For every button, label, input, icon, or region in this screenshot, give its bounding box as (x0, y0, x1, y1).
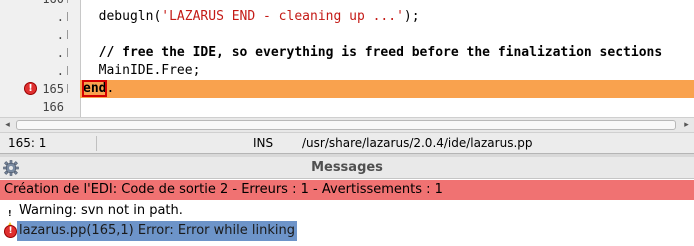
fold-marker (67, 48, 72, 57)
line-number: . (56, 28, 64, 42)
scroll-right-icon[interactable]: ▸ (679, 118, 694, 132)
code-token: debugln( (83, 9, 162, 24)
horizontal-scrollbar[interactable]: ◂ ▸ (0, 117, 694, 132)
line-number: 165 (42, 82, 64, 96)
fold-marker (67, 30, 72, 39)
warning-text: Warning: svn not in path. (19, 203, 183, 218)
insert-mode: INS (253, 136, 274, 150)
line-number: 160 (22, 0, 64, 8)
string-literal: 'LAZARUS END - cleaning up ...' (161, 9, 404, 24)
error-text: lazarus.pp(165,1) Error: Error while lin… (17, 221, 297, 241)
code-line[interactable]: 166 (0, 98, 694, 116)
fold-marker (67, 12, 72, 21)
code-line[interactable]: . debugln('LAZARUS END - cleaning up ...… (0, 8, 694, 26)
code-line-error[interactable]: ! 165 end. (0, 80, 694, 98)
code-text: MainIDE.Free; (83, 63, 201, 78)
fold-marker (67, 0, 72, 3)
line-number: 166 (42, 100, 64, 114)
code-token: . (106, 81, 115, 96)
line-number: . (56, 64, 64, 78)
code-line[interactable]: . (0, 26, 694, 44)
code-line[interactable]: . // free the IDE, so everything is free… (0, 44, 694, 62)
message-row-error[interactable]: ! lazarus.pp(165,1) Error: Error while l… (0, 221, 694, 241)
scrollbar-thumb[interactable] (16, 120, 676, 130)
messages-header: Messages (0, 157, 694, 179)
status-divider (96, 136, 97, 151)
build-summary-row[interactable]: Création de l'EDI: Code de sortie 2 - Er… (0, 180, 694, 200)
code-token: ); (403, 9, 420, 24)
message-row-warning[interactable]: ! Warning: svn not in path. (0, 201, 694, 233)
cursor-position: 165: 1 (8, 136, 47, 150)
build-summary-text: Création de l'EDI: Code de sortie 2 - Er… (4, 182, 443, 197)
code-comment: // free the IDE, so everything is freed … (83, 45, 663, 60)
error-keyword: end (81, 80, 108, 97)
error-icon: ! (4, 225, 17, 238)
line-number: . (56, 46, 64, 60)
code-text: end. (81, 80, 115, 98)
source-editor[interactable]: 160 . debugln('LAZARUS END - cleaning up… (0, 0, 694, 117)
warning-icon: ! (4, 205, 17, 233)
messages-title: Messages (311, 160, 383, 175)
scroll-left-icon[interactable]: ◂ (0, 118, 15, 132)
line-number: . (56, 10, 64, 24)
code-line-160[interactable]: 160 (0, 0, 694, 8)
fold-marker (67, 84, 72, 93)
messages-list[interactable]: Création de l'EDI: Code de sortie 2 - Er… (0, 180, 694, 246)
file-path: /usr/share/lazarus/2.0.4/ide/lazarus.pp (302, 136, 533, 150)
fold-marker (67, 66, 72, 75)
code-text: debugln('LAZARUS END - cleaning up ...')… (83, 8, 420, 26)
editor-status-bar: 165: 1 INS /usr/share/lazarus/2.0.4/ide/… (0, 132, 694, 154)
code-line[interactable]: . MainIDE.Free; (0, 62, 694, 80)
